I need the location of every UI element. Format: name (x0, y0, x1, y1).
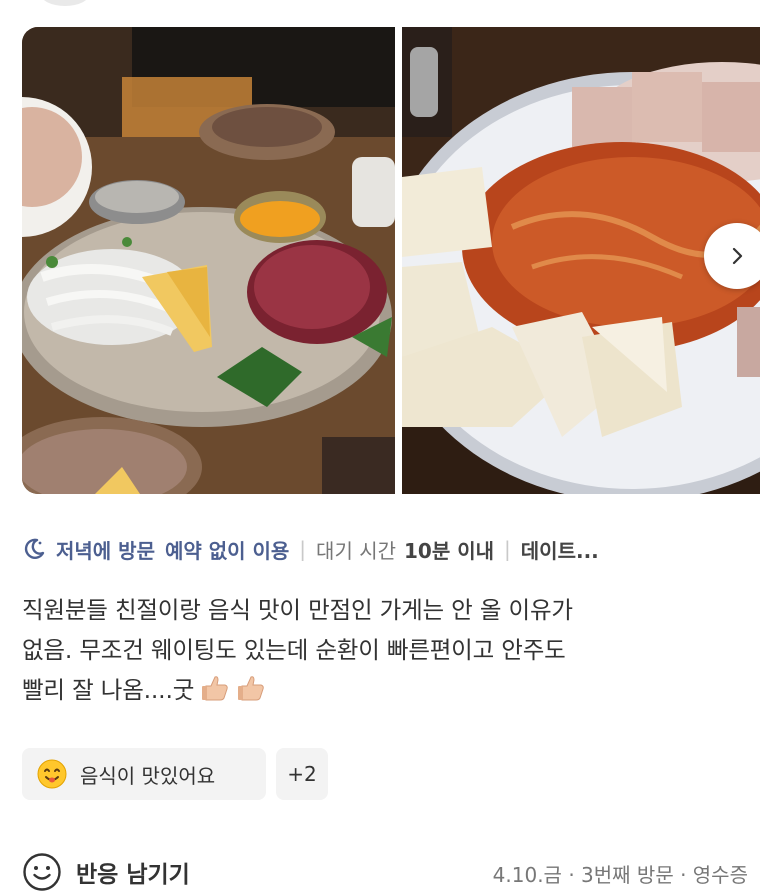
review-body[interactable]: 직원분들 친절이랑 음식 맛이 만점인 가게는 안 올 이유가 없음. 무조건 … (22, 590, 742, 710)
visit-reservation: 예약 없이 이용 (164, 538, 290, 563)
thumbs-up-icon (238, 676, 264, 701)
keyword-label: 음식이 맛있어요 (80, 763, 216, 788)
wait-label: 대기 시간 (316, 538, 397, 563)
chevron-right-icon (732, 247, 743, 265)
thumbs-up-icon (202, 676, 228, 701)
visit-purpose[interactable]: 데이트... (521, 535, 599, 564)
review-line: 빨리 잘 나옴....굿 (22, 676, 195, 704)
keyword-more-count: +2 (287, 762, 317, 786)
review-line-last: 빨리 잘 나옴....굿 (22, 670, 742, 710)
visit-meta-text: 4.10.금 · 3번째 방문 · 영수증 (492, 862, 748, 887)
visit-time: 저녁에 방문 (56, 538, 155, 563)
yummy-face-icon (37, 759, 67, 789)
visit-meta: 4.10.금 · 3번째 방문 · 영수증 (493, 855, 748, 891)
leave-reaction-button[interactable]: 반응 남기기 (22, 852, 190, 892)
reaction-label: 반응 남기기 (76, 862, 190, 888)
keyword-chip-food[interactable]: 음식이 맛있어요 (22, 748, 266, 800)
review-photo-1[interactable] (22, 27, 395, 494)
wait-value: 10분 이내 (404, 538, 495, 563)
review-line: 직원분들 친절이랑 음식 맛이 만점인 가게는 안 올 이유가 (22, 596, 573, 624)
review-line: 없음. 무조건 웨이팅도 있는데 순환이 빠른편이고 안주도 (22, 636, 566, 664)
smile-icon (23, 853, 61, 891)
avatar-edge (40, 0, 90, 6)
divider: | (299, 537, 307, 561)
visit-info-row: 저녁에 방문 예약 없이 이용 | 대기 시간 10분 이내 | 데이트... (22, 532, 760, 566)
keyword-more-button[interactable]: +2 (276, 748, 328, 800)
photo-carousel[interactable] (22, 27, 760, 494)
divider: | (504, 537, 511, 561)
moon-icon (24, 538, 45, 559)
